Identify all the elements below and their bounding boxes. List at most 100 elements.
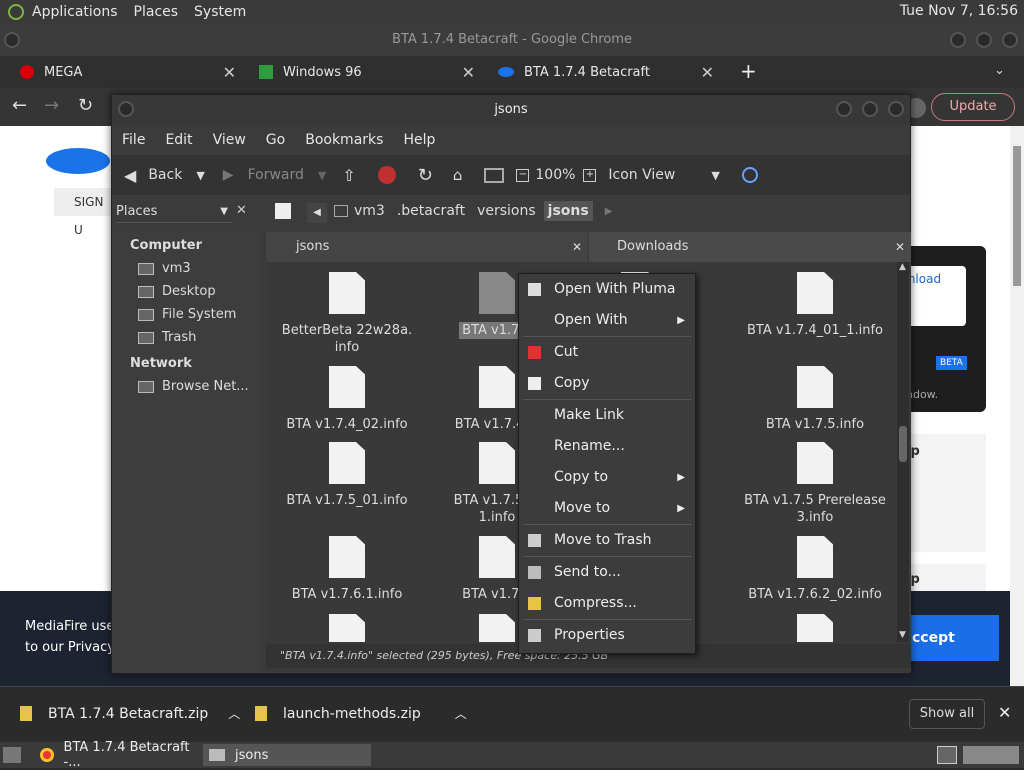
menu-item-open-with[interactable]: Open With ▶ bbox=[519, 305, 695, 336]
sidebar-item-trash[interactable]: Trash bbox=[138, 326, 260, 349]
chevron-up-icon[interactable]: ︿ bbox=[455, 705, 467, 722]
download-item[interactable]: BTA 1.7.4 Betacraft.zip ︿ bbox=[20, 705, 240, 722]
forward-arrow-icon[interactable]: → bbox=[44, 95, 59, 116]
close-button[interactable] bbox=[888, 101, 904, 117]
close-tab-icon[interactable]: ✕ bbox=[701, 63, 714, 82]
tab-jsons[interactable]: jsons ✕ bbox=[266, 232, 588, 262]
menu-item-properties[interactable]: Properties bbox=[519, 620, 695, 651]
tab-search-chevron-icon[interactable]: ⌄ bbox=[994, 63, 1005, 78]
show-all-button[interactable]: Show all bbox=[909, 699, 985, 729]
tab-mega[interactable]: MEGA ✕ bbox=[20, 56, 240, 88]
download-item[interactable]: launch-methods.zip ︿ bbox=[255, 705, 467, 722]
file-item[interactable]: BTA v1.7.5_01.info bbox=[272, 442, 422, 509]
stop-icon[interactable] bbox=[377, 166, 396, 184]
close-button[interactable] bbox=[1002, 32, 1018, 48]
menu-bookmarks[interactable]: Bookmarks bbox=[295, 132, 393, 148]
menu-item-send-to[interactable]: Send to... bbox=[519, 557, 695, 588]
reload-icon[interactable]: ↻ bbox=[78, 95, 93, 116]
sidebar-item-browse-network[interactable]: Browse Net... bbox=[138, 375, 260, 398]
scrollbar-thumb[interactable] bbox=[899, 426, 907, 462]
up-arrow-icon[interactable]: ⇧ bbox=[342, 166, 355, 185]
back-dropdown-icon[interactable]: ▼ bbox=[196, 169, 204, 182]
menu-item-compress[interactable]: Compress... bbox=[519, 588, 695, 619]
breadcrumb-item[interactable]: .betacraft bbox=[397, 203, 465, 219]
applications-menu[interactable]: Applications bbox=[24, 4, 126, 20]
search-icon[interactable] bbox=[741, 167, 758, 183]
window-menu-icon[interactable] bbox=[118, 101, 134, 117]
minimize-button[interactable] bbox=[950, 32, 966, 48]
home-icon[interactable]: ⌂ bbox=[453, 166, 463, 184]
close-sidebar-icon[interactable]: ✕ bbox=[236, 203, 247, 218]
file-item[interactable] bbox=[272, 614, 422, 642]
maximize-button[interactable] bbox=[862, 101, 878, 117]
view-mode-select[interactable]: Icon View bbox=[608, 167, 675, 183]
menu-item-rename[interactable]: Rename... bbox=[519, 431, 695, 462]
scrollbar-thumb[interactable] bbox=[1013, 146, 1021, 286]
clock[interactable]: Tue Nov 7, 16:56 bbox=[900, 3, 1018, 19]
menu-item-cut[interactable]: Cut bbox=[519, 337, 695, 368]
accept-button[interactable]: ccept bbox=[900, 615, 999, 661]
back-arrow-icon[interactable]: ← bbox=[12, 95, 27, 116]
menu-item-move-to-trash[interactable]: Move to Trash bbox=[519, 525, 695, 556]
menu-go[interactable]: Go bbox=[256, 132, 295, 148]
scroll-up-icon[interactable]: ▲ bbox=[899, 262, 906, 272]
menu-item-move-to[interactable]: Move to ▶ bbox=[519, 493, 695, 524]
sidebar-item-desktop[interactable]: Desktop bbox=[138, 280, 260, 303]
zoom-out-icon[interactable]: − bbox=[516, 168, 530, 182]
workspace-switcher[interactable] bbox=[937, 746, 957, 764]
menu-edit[interactable]: Edit bbox=[155, 132, 202, 148]
taskbar-item-chrome[interactable]: BTA 1.7.4 Betacraft -... bbox=[34, 740, 202, 770]
breadcrumb-left-icon[interactable]: ◀ bbox=[307, 203, 327, 223]
edit-location-icon[interactable] bbox=[275, 203, 291, 219]
page-scrollbar[interactable] bbox=[1010, 126, 1024, 686]
close-tab-icon[interactable]: ✕ bbox=[462, 63, 475, 82]
sign-up-button[interactable]: SIGN U bbox=[54, 188, 114, 237]
zoom-in-icon[interactable]: + bbox=[583, 168, 597, 182]
close-tab-icon[interactable]: ✕ bbox=[572, 232, 582, 262]
menu-item-copy[interactable]: Copy bbox=[519, 368, 695, 399]
show-desktop-icon[interactable] bbox=[3, 747, 21, 763]
reload-icon[interactable]: ↻ bbox=[418, 165, 433, 186]
close-download-bar-icon[interactable]: ✕ bbox=[998, 703, 1011, 722]
scroll-down-icon[interactable]: ▼ bbox=[899, 630, 906, 640]
distro-logo-icon[interactable] bbox=[8, 4, 24, 20]
breadcrumb-item[interactable]: versions bbox=[477, 203, 536, 219]
tab-downloads[interactable]: Downloads ✕ bbox=[589, 232, 911, 262]
back-arrow-icon[interactable]: ◀ bbox=[124, 166, 136, 185]
tab-bta-betacraft[interactable]: BTA 1.7.4 Betacraft ✕ bbox=[498, 56, 720, 88]
file-scrollbar[interactable]: ▲ ▼ bbox=[897, 262, 909, 642]
maximize-button[interactable] bbox=[976, 32, 992, 48]
system-menu[interactable]: System bbox=[186, 4, 254, 20]
sidebar-item-filesystem[interactable]: File System bbox=[138, 303, 260, 326]
file-item[interactable] bbox=[740, 614, 890, 642]
menu-item-open-with-pluma[interactable]: Open With Pluma bbox=[519, 274, 695, 305]
tab-windows96[interactable]: Windows 96 ✕ bbox=[259, 56, 481, 88]
places-menu[interactable]: Places bbox=[126, 4, 187, 20]
file-item[interactable]: BTA v1.7.6.2_02.info bbox=[740, 536, 890, 603]
forward-arrow-icon[interactable]: ▶ bbox=[223, 167, 234, 183]
forward-dropdown-icon[interactable]: ▼ bbox=[318, 169, 326, 182]
file-item[interactable]: BTA v1.7.4_02.info bbox=[272, 366, 422, 433]
taskbar-item-jsons[interactable]: jsons bbox=[203, 744, 371, 766]
menu-view[interactable]: View bbox=[203, 132, 256, 148]
breadcrumb-item-current[interactable]: jsons bbox=[543, 201, 593, 221]
file-item[interactable]: BetterBeta 22w28a. info bbox=[272, 272, 422, 356]
sidebar-item-vm3[interactable]: vm3 bbox=[138, 257, 260, 280]
close-tab-icon[interactable]: ✕ bbox=[223, 63, 236, 82]
menu-item-copy-to[interactable]: Copy to ▶ bbox=[519, 462, 695, 493]
file-item[interactable]: BTA v1.7.5.info bbox=[740, 366, 890, 433]
close-tab-icon[interactable]: ✕ bbox=[895, 232, 905, 262]
file-item[interactable]: BTA v1.7.4_01_1.info bbox=[740, 272, 890, 339]
window-menu-icon[interactable] bbox=[4, 32, 20, 48]
file-item[interactable]: BTA v1.7.6.1.info bbox=[272, 536, 422, 603]
menu-help[interactable]: Help bbox=[393, 132, 445, 148]
breadcrumb-item[interactable]: vm3 bbox=[354, 203, 385, 219]
forward-button[interactable]: Forward bbox=[248, 167, 304, 183]
minimize-button[interactable] bbox=[836, 101, 852, 117]
back-button[interactable]: Back bbox=[148, 167, 182, 183]
computer-icon[interactable] bbox=[484, 167, 505, 183]
menu-item-make-link[interactable]: Make Link bbox=[519, 400, 695, 431]
update-button[interactable]: Update bbox=[931, 93, 1015, 121]
new-tab-button[interactable]: + bbox=[740, 59, 757, 83]
workspace-switcher-2[interactable] bbox=[963, 746, 1019, 764]
